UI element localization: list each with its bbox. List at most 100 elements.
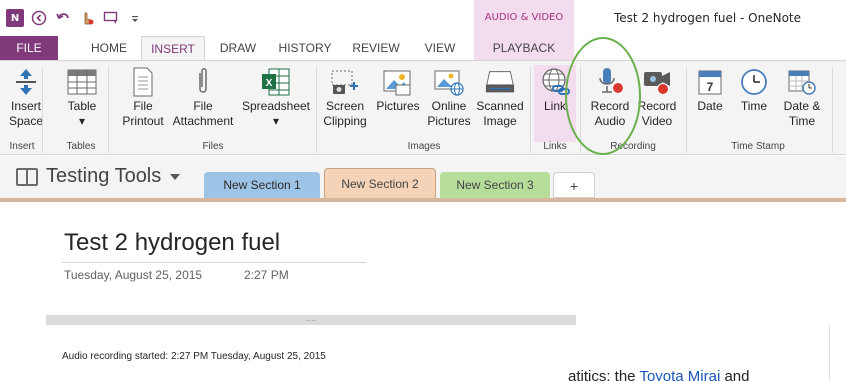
fragment-text-end: and (720, 368, 750, 381)
date-and-time-label-2: Time (788, 114, 816, 128)
window-title: Test 2 hydrogen fuel - OneNote (614, 11, 801, 25)
screen-clipping-label-2: Clipping (323, 114, 367, 128)
calendar-icon: 7 (694, 65, 726, 99)
group-separator (42, 67, 43, 153)
pictures-button[interactable]: Pictures (374, 65, 422, 114)
group-separator (316, 67, 317, 153)
date-and-time-label-1: Date & (783, 99, 821, 113)
audio-recording-note[interactable]: Audio recording started: 2:27 PM Tuesday… (62, 351, 326, 362)
notebook-name: Testing Tools (46, 165, 162, 187)
insert-space-label-2: Space (8, 114, 44, 128)
video-camera-record-icon (641, 65, 673, 99)
file-attachment-label-1: File (193, 99, 213, 113)
table-label: Table (67, 99, 97, 113)
svg-text:7: 7 (707, 80, 714, 94)
table-dropdown-arrow: ▾ (78, 114, 86, 128)
quick-access-toolbar: N (6, 9, 144, 27)
link-button[interactable]: Link (534, 65, 576, 142)
tab-insert[interactable]: INSERT (141, 36, 205, 61)
tab-view[interactable]: VIEW (412, 36, 468, 61)
section-tab-2[interactable]: New Section 2 (324, 168, 436, 198)
page-time: 2:27 PM (244, 268, 289, 282)
online-pictures-label-2: Pictures (427, 114, 471, 128)
table-button[interactable]: Table ▾ (62, 65, 102, 129)
group-separator (530, 67, 531, 153)
group-label-insert: Insert (9, 141, 35, 152)
screen-clipping-label-1: Screen (325, 99, 365, 113)
page-date: Tuesday, August 25, 2015 (64, 268, 203, 282)
add-section-button[interactable]: + (553, 172, 595, 198)
title-underline (62, 262, 366, 263)
spreadsheet-label: Spreadsheet (241, 99, 311, 113)
group-separator (832, 67, 833, 153)
date-and-time-button[interactable]: Date & Time (778, 65, 826, 129)
insert-space-label-1: Insert (10, 99, 41, 113)
file-printout-label-2: Printout (122, 114, 164, 128)
file-printout-icon (127, 65, 159, 99)
file-attachment-label-2: Attachment (172, 114, 234, 128)
notebook-icon (16, 167, 38, 186)
file-printout-label-1: File (133, 99, 153, 113)
tab-playback[interactable]: PLAYBACK (474, 36, 574, 61)
scanned-image-label-1: Scanned (476, 99, 524, 113)
microphone-record-icon (594, 65, 626, 99)
insert-space-icon (10, 65, 42, 99)
section-color-rule (0, 198, 846, 202)
background-text-fragment: atitics: the Toyota Mirai and (568, 368, 750, 381)
record-video-button[interactable]: Record Video (634, 65, 680, 129)
group-separator (686, 67, 687, 153)
section-tab-1[interactable]: New Section 1 (204, 172, 320, 198)
excel-spreadsheet-icon: X (260, 65, 292, 99)
page-title[interactable]: Test 2 hydrogen fuel (64, 229, 280, 257)
note-container-handle[interactable]: .... (46, 315, 576, 325)
file-printout-button[interactable]: File Printout (118, 65, 168, 129)
note-container[interactable]: .... Audio recording started: 2:27 PM Tu… (46, 315, 576, 381)
spreadsheet-button[interactable]: X Spreadsheet ▾ (238, 65, 314, 129)
chevron-down-icon (170, 173, 181, 180)
calendar-clock-icon (786, 65, 818, 99)
group-separator (108, 67, 109, 153)
group-label-time-stamp: Time Stamp (731, 141, 785, 152)
group-label-images: Images (407, 141, 441, 152)
page-edge-rule (829, 325, 830, 381)
record-video-label-2: Video (641, 114, 673, 128)
svg-text:X: X (266, 78, 273, 89)
scanned-image-button[interactable]: Scanned Image (474, 65, 526, 129)
pictures-label: Pictures (376, 99, 420, 113)
clock-icon (738, 65, 770, 99)
online-pictures-icon (433, 65, 465, 99)
tab-file[interactable]: FILE (0, 36, 58, 61)
group-label-tables: Tables (66, 141, 96, 152)
date-label: Date (697, 99, 723, 113)
screen-clipping-icon (329, 65, 361, 99)
tab-draw[interactable]: DRAW (210, 36, 266, 61)
tab-review[interactable]: REVIEW (344, 36, 408, 61)
back-icon[interactable] (30, 9, 48, 27)
record-audio-button[interactable]: Record Audio (586, 65, 634, 129)
screen-clipping-button[interactable]: Screen Clipping (320, 65, 370, 129)
spreadsheet-dropdown-arrow: ▾ (272, 114, 280, 128)
tab-history[interactable]: HISTORY (270, 36, 340, 61)
touch-mode-icon[interactable] (78, 9, 96, 27)
pictures-icon (382, 65, 414, 99)
group-label-links: Links (543, 141, 567, 152)
ribbon: Insert Space Table ▾ File Printout File … (0, 60, 846, 155)
file-attachment-button[interactable]: File Attachment (170, 65, 236, 129)
group-label-recording: Recording (610, 141, 656, 152)
time-label: Time (740, 99, 768, 113)
notebook-selector[interactable]: Testing Tools (16, 165, 181, 188)
tab-home[interactable]: HOME (78, 36, 140, 61)
section-tab-3[interactable]: New Section 3 (440, 172, 550, 198)
record-video-label-1: Record (637, 99, 677, 113)
time-button[interactable]: Time (734, 65, 774, 114)
context-group-audio-video: AUDIO & VIDEO (474, 0, 574, 36)
dock-icon[interactable] (102, 9, 120, 27)
toyota-mirai-link[interactable]: Toyota Mirai (639, 368, 720, 381)
undo-icon[interactable] (54, 9, 72, 27)
customize-icon[interactable] (126, 9, 144, 27)
date-button[interactable]: 7 Date (690, 65, 730, 114)
link-label: Link (543, 99, 566, 113)
group-separator (580, 67, 581, 153)
online-pictures-button[interactable]: Online Pictures (426, 65, 472, 129)
record-audio-label-2: Audio (594, 114, 626, 128)
